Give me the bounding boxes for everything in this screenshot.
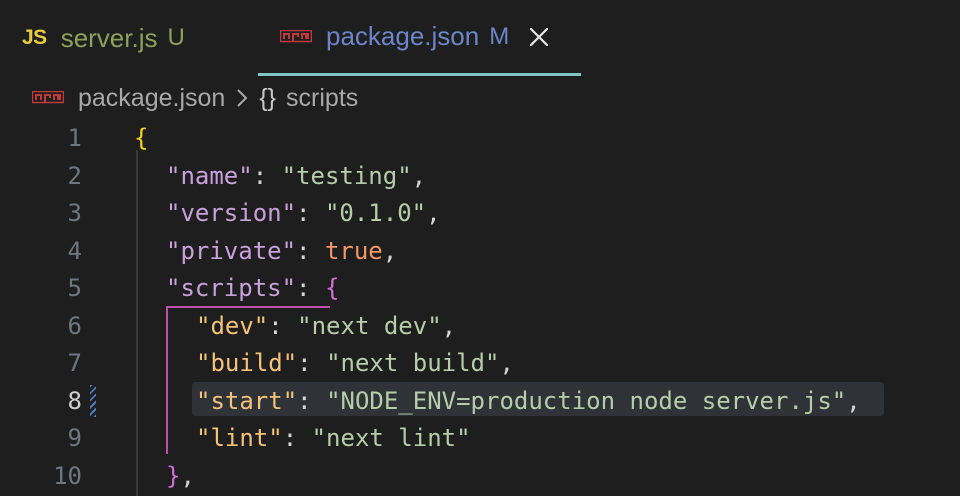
tab-label: server.js bbox=[60, 22, 158, 53]
json-string: "next build" bbox=[326, 349, 500, 377]
json-key: "private" bbox=[166, 236, 297, 265]
code-line: 9 "lint": "next lint" bbox=[0, 420, 960, 458]
npm-icon bbox=[32, 91, 64, 104]
code-line: 8 "start": "NODE_ENV=production node ser… bbox=[0, 383, 960, 421]
json-string: "0.1.0" bbox=[324, 199, 427, 227]
json-string: "next lint" bbox=[311, 424, 471, 452]
line-number: 5 bbox=[67, 274, 82, 302]
brace: { bbox=[134, 124, 149, 152]
chevron-right-icon bbox=[237, 89, 248, 107]
json-string: server.js" bbox=[701, 386, 847, 415]
json-boolean: true bbox=[324, 236, 383, 265]
json-key: "build" bbox=[196, 349, 298, 377]
modified-line-indicator bbox=[90, 384, 96, 417]
code-line: 3 "version": "0.1.0", bbox=[0, 195, 960, 233]
colon: : bbox=[297, 349, 327, 377]
code-line: 4 "private": true, bbox=[0, 233, 960, 271]
line-number: 10 bbox=[53, 461, 82, 490]
breadcrumb: package.json {} scripts bbox=[0, 76, 960, 120]
colon: : bbox=[268, 311, 298, 340]
tab-bar: JS server.js U package.json M bbox=[0, 0, 960, 76]
code-line: 5 "scripts": { bbox=[0, 270, 960, 308]
colon: : bbox=[252, 161, 282, 190]
code-line: 2 "name": "testing", bbox=[0, 158, 960, 196]
json-string: "NODE_ENV=production bbox=[326, 386, 616, 415]
comma: , bbox=[382, 236, 398, 265]
brace: { bbox=[324, 274, 340, 302]
json-string: "next dev" bbox=[297, 311, 442, 340]
json-string: node bbox=[629, 386, 688, 415]
npm-icon bbox=[280, 29, 312, 42]
json-key: "version" bbox=[166, 199, 297, 227]
brace: } bbox=[166, 461, 181, 490]
tab-status-badge: U bbox=[167, 24, 185, 51]
js-icon: JS bbox=[22, 26, 47, 49]
line-number: 7 bbox=[67, 349, 82, 377]
json-key: "lint" bbox=[196, 424, 283, 452]
json-string: "testing" bbox=[281, 161, 412, 190]
code-line: 7 "build": "next build", bbox=[0, 345, 960, 383]
line-number: 1 bbox=[67, 124, 82, 152]
colon: : bbox=[282, 424, 312, 452]
json-key: "scripts" bbox=[166, 274, 297, 302]
comma: , bbox=[846, 386, 861, 415]
line-number: 3 bbox=[67, 199, 82, 227]
breadcrumb-symbol[interactable]: scripts bbox=[286, 84, 358, 113]
code-line: 1 { bbox=[0, 120, 960, 158]
tab-package-json[interactable]: package.json M bbox=[258, 0, 581, 76]
json-key: "dev" bbox=[196, 311, 269, 340]
colon: : bbox=[296, 199, 325, 227]
json-key: "name" bbox=[166, 161, 253, 190]
colon: : bbox=[297, 386, 327, 415]
line-number: 9 bbox=[67, 424, 82, 452]
line-number: 6 bbox=[67, 311, 82, 340]
line-number: 8 bbox=[67, 386, 82, 415]
comma: , bbox=[441, 311, 457, 340]
tab-status-badge: M bbox=[489, 22, 510, 50]
line-number: 2 bbox=[67, 161, 82, 190]
comma: , bbox=[499, 349, 514, 377]
tab-server-js[interactable]: JS server.js U bbox=[0, 0, 258, 76]
object-symbol-icon: {} bbox=[259, 83, 277, 112]
line-number: 4 bbox=[67, 236, 82, 265]
comma: , bbox=[426, 199, 441, 227]
code-editor[interactable]: 1 { 2 "name": "testing", 3 "version": "0… bbox=[0, 120, 960, 496]
colon: : bbox=[296, 236, 325, 265]
comma: , bbox=[411, 161, 427, 190]
code-line: 10 }, bbox=[0, 458, 960, 496]
json-key: "start" bbox=[196, 386, 298, 415]
tab-label: package.json bbox=[326, 21, 480, 51]
comma: , bbox=[180, 461, 195, 490]
code-line: 6 "dev": "next dev", bbox=[0, 308, 960, 346]
colon: : bbox=[296, 274, 325, 302]
close-icon[interactable] bbox=[527, 25, 551, 49]
breadcrumb-file[interactable]: package.json bbox=[78, 84, 225, 113]
